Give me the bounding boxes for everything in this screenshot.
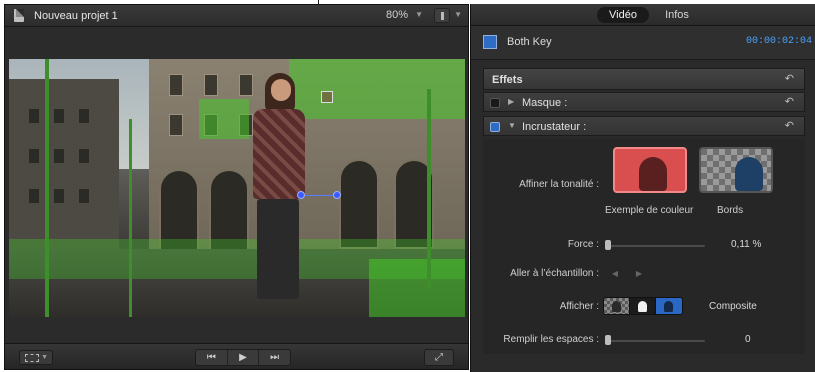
view-composite-button[interactable] bbox=[656, 298, 682, 314]
green-spill bbox=[199, 99, 249, 139]
transport-controls: ⏮ ▶ ⏭ bbox=[195, 349, 291, 366]
view-original-button[interactable] bbox=[630, 298, 656, 314]
sample-color-caption: Exemple de couleur bbox=[605, 205, 694, 216]
keyer-parameters: Affiner la tonalité : Exemple de couleur… bbox=[483, 139, 805, 354]
play-button[interactable]: ▶ bbox=[227, 350, 260, 365]
effects-section-header[interactable]: Effets ↶ bbox=[483, 68, 805, 90]
tab-info[interactable]: Infos bbox=[657, 7, 697, 23]
chevron-down-icon[interactable]: ▼ bbox=[454, 10, 462, 19]
jump-to-sample-label: Aller à l’échantillon : bbox=[510, 268, 599, 279]
disclosure-triangle-icon[interactable]: ▶ bbox=[508, 97, 514, 106]
fill-holes-value[interactable]: 0 bbox=[745, 334, 751, 345]
green-pole bbox=[45, 59, 49, 317]
previous-frame-button[interactable]: ⏮ bbox=[196, 350, 228, 365]
viewer-panel: Nouveau projet 1 80% ▼ ▼ ▼ ⏮ ▶ ⏭ ⤢ bbox=[4, 4, 469, 370]
chevron-down-icon: ▼ bbox=[41, 354, 48, 361]
subject-head bbox=[271, 79, 291, 101]
fill-holes-slider-track[interactable] bbox=[607, 340, 705, 342]
strength-slider-track[interactable] bbox=[607, 245, 705, 247]
viewer-header: Nouveau projet 1 80% ▼ ▼ bbox=[5, 5, 468, 27]
subject-shirt bbox=[253, 109, 305, 199]
green-spill bbox=[369, 259, 465, 317]
silhouette-icon bbox=[638, 301, 647, 312]
disclosure-triangle-icon[interactable]: ▼ bbox=[508, 121, 516, 130]
color-sample-box[interactable] bbox=[321, 91, 333, 103]
onscreen-control-handle[interactable] bbox=[297, 191, 305, 199]
tab-video[interactable]: Vidéo bbox=[597, 7, 649, 23]
chevron-down-icon[interactable]: ▼ bbox=[415, 10, 423, 19]
subject-legs bbox=[257, 199, 299, 299]
clip-header: Both Key 00:00:02:04 bbox=[471, 26, 815, 60]
crop-icon bbox=[25, 354, 39, 362]
zoom-level[interactable]: 80% bbox=[386, 9, 408, 21]
green-spill bbox=[289, 59, 465, 119]
view-options-button[interactable] bbox=[434, 8, 450, 23]
previous-sample-button[interactable]: ◀ bbox=[607, 267, 623, 281]
keyer-enable-checkbox[interactable] bbox=[490, 122, 500, 132]
inspector-tabs: Vidéo Infos bbox=[471, 4, 815, 26]
clip-icon bbox=[483, 35, 497, 49]
project-title: Nouveau projet 1 bbox=[34, 9, 118, 22]
strength-value[interactable]: 0,11 % bbox=[731, 239, 761, 250]
clip-name: Both Key bbox=[507, 36, 552, 48]
silhouette-icon bbox=[735, 157, 763, 191]
view-mode-value: Composite bbox=[709, 301, 757, 312]
fill-holes-label: Remplir les espaces : bbox=[503, 334, 599, 345]
keyer-effect-row[interactable]: ▼ Incrustateur : ↶ bbox=[483, 116, 805, 136]
project-document-icon bbox=[14, 9, 24, 22]
silhouette-icon bbox=[639, 157, 667, 191]
refine-key-label: Affiner la tonalité : bbox=[519, 179, 599, 190]
edges-button[interactable] bbox=[699, 147, 773, 193]
effects-label: Effets bbox=[492, 74, 523, 86]
mask-effect-row[interactable]: ▶ Masque : ↶ bbox=[483, 92, 805, 112]
edges-caption: Bords bbox=[717, 205, 744, 216]
reset-icon[interactable]: ↶ bbox=[785, 95, 794, 108]
fill-holes-slider-knob[interactable] bbox=[605, 335, 611, 345]
next-frame-button[interactable]: ⏭ bbox=[259, 350, 290, 365]
viewer-footer: ▼ ⏮ ▶ ⏭ ⤢ bbox=[5, 343, 468, 369]
view-mode-segmented-control bbox=[603, 297, 683, 315]
silhouette-icon bbox=[612, 301, 621, 312]
strength-slider-knob[interactable] bbox=[605, 240, 612, 250]
green-pole bbox=[129, 119, 132, 317]
mask-enable-checkbox[interactable] bbox=[490, 98, 500, 108]
left-building bbox=[9, 79, 119, 259]
reset-icon[interactable]: ↶ bbox=[785, 119, 794, 132]
view-label: Afficher : bbox=[559, 301, 599, 312]
fullscreen-button[interactable]: ⤢ bbox=[424, 349, 454, 366]
next-sample-button[interactable]: ▶ bbox=[631, 267, 647, 281]
mask-label: Masque : bbox=[522, 97, 568, 109]
onscreen-control-handle[interactable] bbox=[333, 191, 341, 199]
strength-label: Force : bbox=[567, 239, 599, 250]
view-matte-button[interactable] bbox=[604, 298, 630, 314]
silhouette-icon bbox=[664, 301, 673, 312]
keyer-label: Incrustateur : bbox=[522, 121, 587, 133]
green-pole bbox=[427, 89, 431, 289]
reset-icon[interactable]: ↶ bbox=[785, 72, 794, 85]
transform-button[interactable]: ▼ bbox=[19, 350, 53, 365]
clip-timecode: 00:00:02:04 bbox=[745, 36, 812, 47]
video-canvas[interactable] bbox=[9, 59, 465, 317]
inspector-panel: Vidéo Infos Both Key 00:00:02:04 Effets … bbox=[470, 4, 815, 372]
sample-color-button[interactable] bbox=[613, 147, 687, 193]
